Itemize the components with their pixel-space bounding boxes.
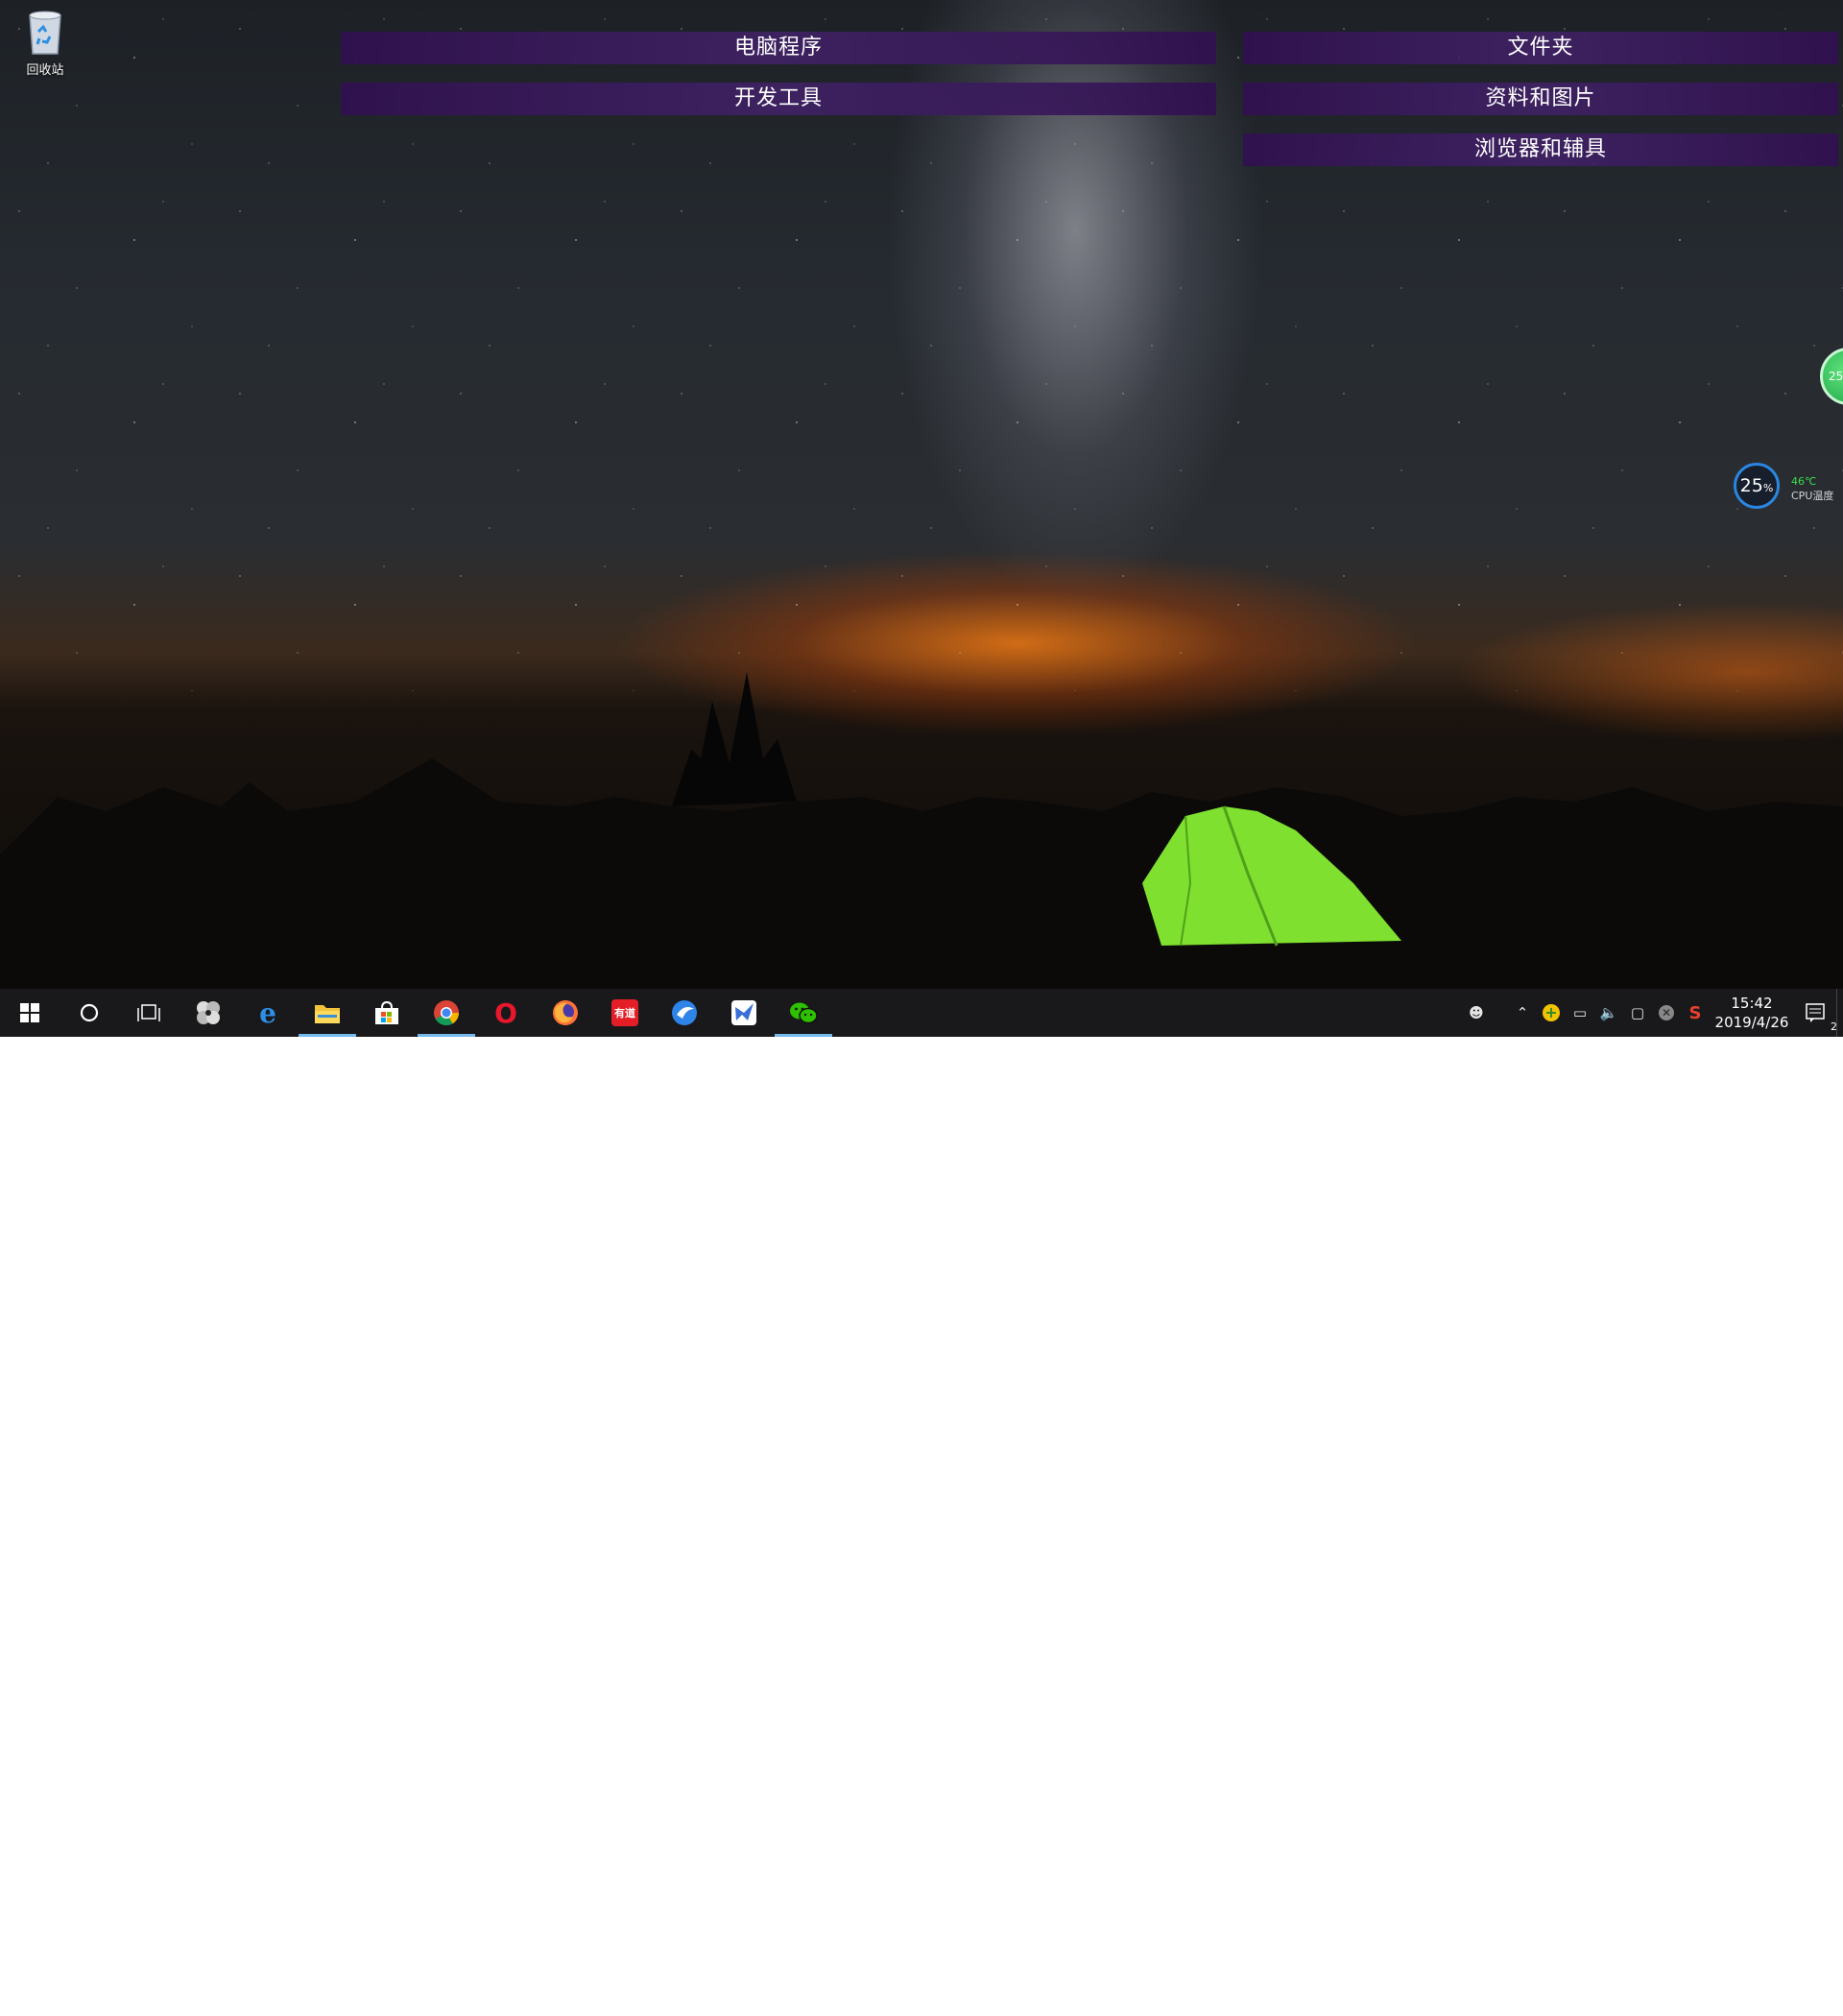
- network-icon[interactable]: ▢: [1623, 989, 1652, 1037]
- store-icon: [375, 1000, 398, 1024]
- show-desktop-button[interactable]: [1836, 989, 1843, 1037]
- task-view-icon: [137, 1004, 160, 1021]
- cpu-usage-value: 25: [1739, 475, 1763, 496]
- action-center-button[interactable]: 2: [1794, 989, 1837, 1037]
- cpu-temp-label: CPU温度: [1791, 490, 1834, 502]
- bird-icon: [731, 1000, 756, 1025]
- cpu-usage-unit: %: [1762, 482, 1774, 494]
- taskbar: e O 有道 ☻ ⌃ + ▭ 🔈 ▢ ✕ S 15:42 2019/4/26 2…: [0, 989, 1843, 2016]
- windows-logo-icon: [20, 1003, 39, 1022]
- cpu-monitor-widget[interactable]: 25% 46℃ CPU温度: [1734, 463, 1843, 515]
- tray-plus-icon[interactable]: +: [1537, 989, 1566, 1037]
- watermark-url: https://blog.csdn.net/weixin_4265974: [1572, 1999, 1843, 2016]
- folder-icon: [315, 1005, 340, 1023]
- firefox-icon: [553, 1000, 578, 1025]
- browser-blue-icon: [672, 1000, 697, 1025]
- fence-header-folders[interactable]: 文件夹: [1243, 32, 1838, 64]
- taskbar-app-edge[interactable]: e: [238, 989, 298, 1037]
- taskbar-app-bird[interactable]: [714, 989, 774, 1037]
- clock-time: 15:42: [1731, 995, 1773, 1012]
- taskbar-app-youdao[interactable]: 有道: [595, 989, 655, 1037]
- cpu-info: 46℃ CPU温度: [1791, 474, 1833, 503]
- taskbar-clock[interactable]: 15:42 2019/4/26: [1710, 994, 1794, 1032]
- recycle-bin-label: 回收站: [26, 63, 64, 78]
- taskbar-app-chrome[interactable]: [417, 989, 476, 1037]
- notification-count: 2: [1831, 1020, 1837, 1033]
- cpu-usage-ring: 25%: [1734, 463, 1780, 509]
- blocked-icon[interactable]: ✕: [1652, 989, 1681, 1037]
- pinwheel-icon: [197, 1001, 220, 1024]
- fence-header-docs-images[interactable]: 资料和图片: [1243, 83, 1838, 115]
- fence-header-dev-tools[interactable]: 开发工具: [341, 83, 1216, 115]
- volume-icon[interactable]: 🔈: [1594, 989, 1623, 1037]
- taskbar-app-opera[interactable]: O: [476, 989, 536, 1037]
- chrome-icon: [434, 1000, 460, 1026]
- people-icon[interactable]: ☻: [1462, 989, 1491, 1037]
- system-tray: ☻ ⌃ + ▭ 🔈 ▢ ✕ S 15:42 2019/4/26 2: [1462, 989, 1843, 1037]
- wechat-icon: [790, 1002, 818, 1024]
- mountain-silhouette: [0, 672, 1843, 989]
- taskbar-app-browser-blue[interactable]: [655, 989, 714, 1037]
- cortana-circle-icon: [80, 1003, 99, 1022]
- cpu-temp: 46℃: [1791, 475, 1817, 488]
- speed-ball-value: 25: [1829, 370, 1843, 383]
- youdao-icon: 有道: [611, 999, 638, 1026]
- fence-header-browsers-tools[interactable]: 浏览器和辅具: [1243, 133, 1838, 166]
- recycle-bin-icon: [24, 8, 66, 56]
- edge-icon: e: [259, 996, 276, 1029]
- tray-spacer: [1491, 989, 1508, 1037]
- fence-header-programs[interactable]: 电脑程序: [341, 32, 1216, 64]
- start-button[interactable]: [0, 989, 60, 1037]
- taskbar-app-file-explorer[interactable]: [298, 989, 357, 1037]
- taskbar-app-wechat[interactable]: [774, 989, 833, 1037]
- clock-date: 2019/4/26: [1714, 1014, 1789, 1031]
- taskbar-app-firefox[interactable]: [536, 989, 595, 1037]
- taskbar-app-pinwheel[interactable]: [179, 989, 238, 1037]
- chevron-up-icon[interactable]: ⌃: [1508, 989, 1537, 1037]
- taskbar-app-store[interactable]: [357, 989, 417, 1037]
- search-button[interactable]: [60, 989, 119, 1037]
- battery-icon[interactable]: ▭: [1566, 989, 1594, 1037]
- ime-s-icon[interactable]: S: [1681, 989, 1710, 1037]
- opera-icon: O: [494, 996, 517, 1029]
- recycle-bin-shortcut[interactable]: 回收站: [13, 8, 77, 78]
- notification-icon: [1806, 1003, 1825, 1022]
- task-view-button[interactable]: [119, 989, 179, 1037]
